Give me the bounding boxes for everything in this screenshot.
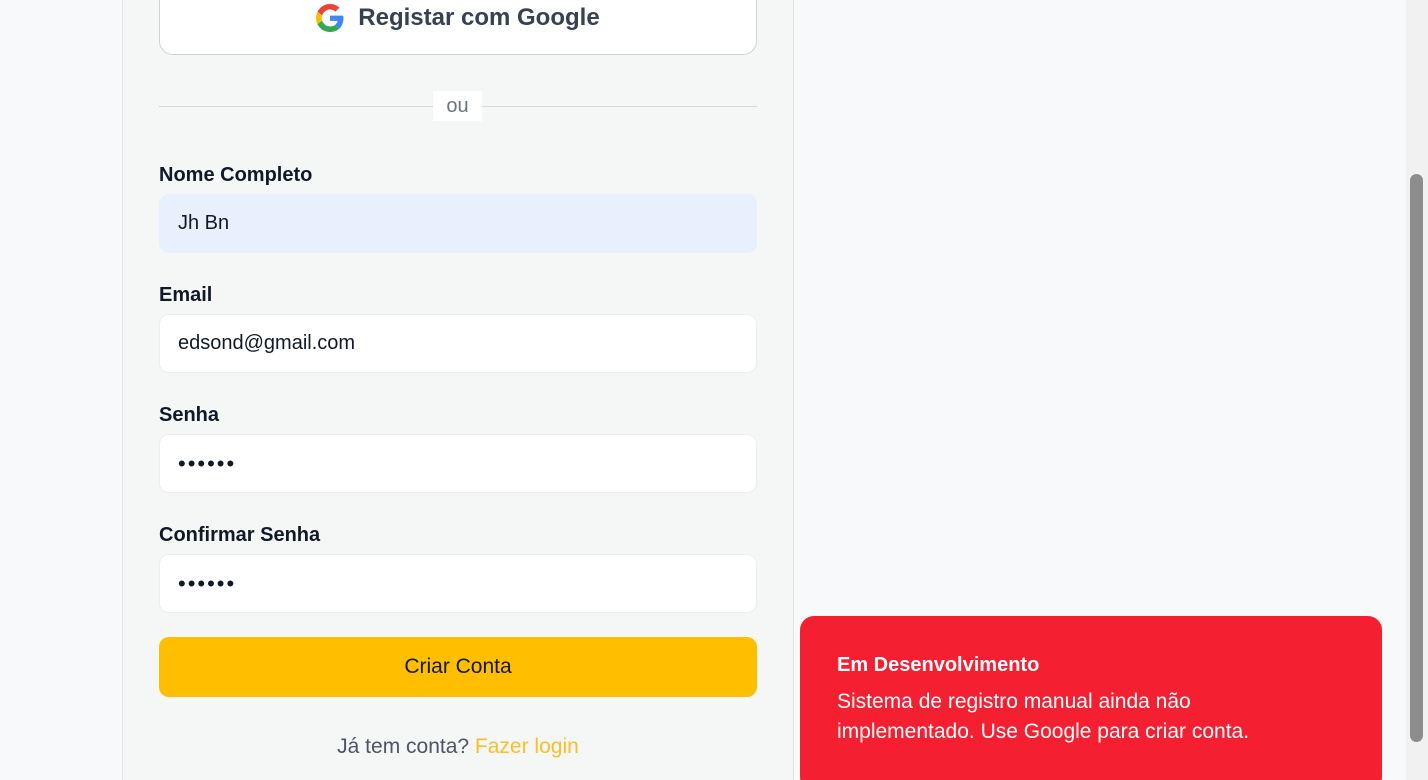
full-name-label: Nome Completo	[159, 164, 313, 186]
google-signup-label: Registar com Google	[358, 4, 600, 31]
divider-text: ou	[433, 91, 482, 121]
login-prompt: Já tem conta? Fazer login	[159, 735, 757, 759]
toast-title: Em Desenvolvimento	[837, 654, 1040, 676]
login-link[interactable]: Fazer login	[475, 735, 579, 758]
confirm-password-input[interactable]	[159, 554, 757, 613]
google-signup-button[interactable]: Registar com Google	[159, 0, 757, 55]
confirm-password-label: Confirmar Senha	[159, 524, 321, 546]
create-account-button[interactable]: Criar Conta	[159, 637, 757, 697]
email-input[interactable]	[159, 314, 757, 373]
login-prompt-text: Já tem conta?	[337, 735, 470, 758]
full-name-input[interactable]	[159, 194, 757, 253]
google-g-icon	[316, 4, 344, 32]
password-label: Senha	[159, 404, 220, 426]
password-input[interactable]	[159, 434, 757, 493]
error-toast: Em Desenvolvimento Sistema de registro m…	[800, 616, 1382, 780]
email-label: Email	[159, 284, 213, 306]
left-gutter	[0, 0, 122, 780]
toast-message: Sistema de registro manual ainda não imp…	[837, 690, 1250, 743]
register-page: Registar com Google ou Nome Completo Ema…	[0, 0, 1428, 780]
scrollbar-thumb[interactable]	[1410, 174, 1423, 742]
